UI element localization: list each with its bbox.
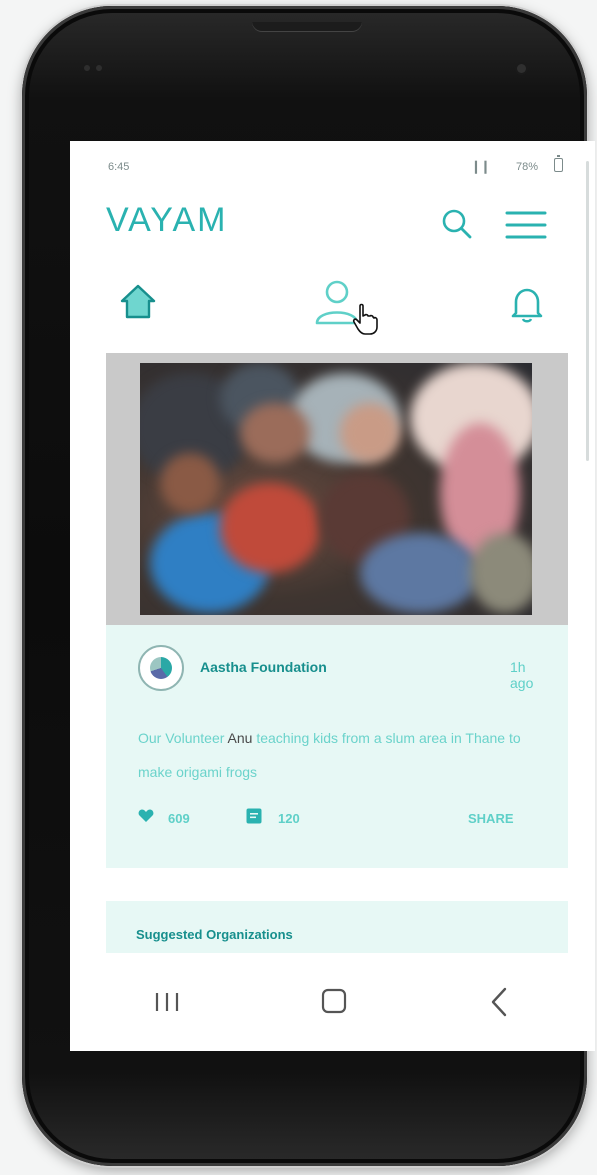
app-logo: VAYAM xyxy=(106,201,228,239)
post-photo[interactable] xyxy=(140,363,532,615)
post-card[interactable]: Aastha Foundation 1h ago Our Volunteer A… xyxy=(106,353,568,868)
suggested-organizations[interactable]: Suggested Organizations xyxy=(106,901,568,953)
search-icon[interactable] xyxy=(440,207,474,241)
hand-cursor-icon xyxy=(352,303,378,335)
app-screen: 6:45 ▎▎ 78% VAYAM Aastha Foundation 1h a… xyxy=(70,141,595,1051)
scrollbar[interactable] xyxy=(586,161,589,461)
status-time: 6:45 xyxy=(108,161,130,173)
home-icon[interactable] xyxy=(118,281,158,321)
bell-icon[interactable] xyxy=(510,285,544,323)
post-header: Aastha Foundation 1h ago xyxy=(138,645,538,695)
back-icon[interactable] xyxy=(488,985,510,1019)
sensor-dots xyxy=(84,58,114,71)
comment-icon[interactable] xyxy=(246,808,262,824)
org-name[interactable]: Aastha Foundation xyxy=(200,659,327,675)
front-camera xyxy=(517,64,526,73)
caption-part-1: Our Volunteer xyxy=(138,730,228,746)
volunteer-name: Anu xyxy=(227,730,253,746)
recents-icon[interactable] xyxy=(152,989,182,1015)
signal-indicator: ▎▎ xyxy=(475,162,494,174)
system-home-icon[interactable] xyxy=(320,987,348,1015)
share-button[interactable]: SHARE xyxy=(468,811,514,826)
menu-icon[interactable] xyxy=(505,209,547,241)
suggested-title: Suggested Organizations xyxy=(136,927,293,942)
post-actions: 609 120 SHARE xyxy=(138,805,538,835)
heart-icon[interactable] xyxy=(138,809,154,823)
post-time: 1h ago xyxy=(510,659,534,691)
phone-frame: 6:45 ▎▎ 78% VAYAM Aastha Foundation 1h a… xyxy=(22,6,595,1166)
battery-percent: 78% xyxy=(516,161,539,173)
like-count: 609 xyxy=(168,811,190,826)
system-nav-bar xyxy=(70,959,595,1051)
post-photo-frame xyxy=(106,353,568,625)
org-avatar[interactable] xyxy=(138,645,184,691)
status-bar: 6:45 ▎▎ 78% xyxy=(70,141,595,177)
comment-count: 120 xyxy=(278,811,300,826)
battery-icon xyxy=(554,155,563,172)
post-caption: Our Volunteer Anu teaching kids from a s… xyxy=(138,721,528,789)
